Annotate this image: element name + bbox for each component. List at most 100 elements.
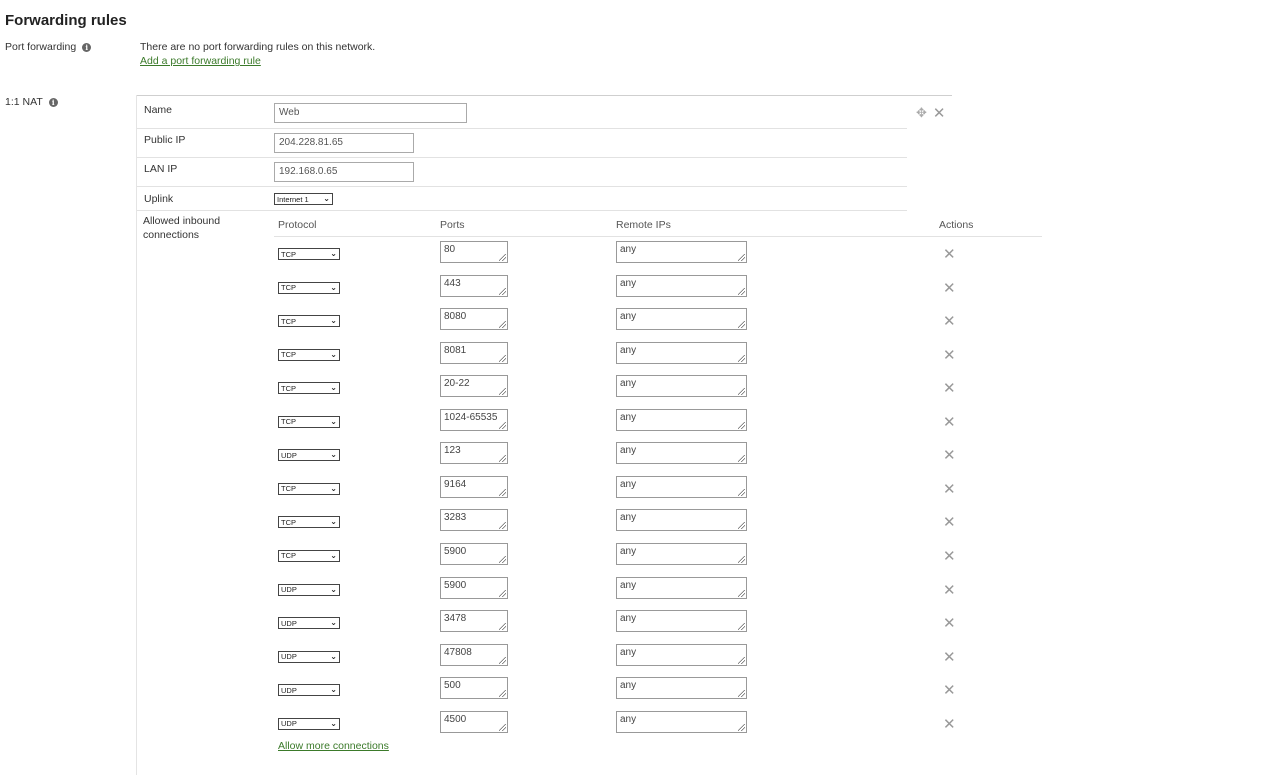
resize-grip-icon[interactable] (738, 589, 745, 597)
protocol-select[interactable]: UDP ⌄ (278, 583, 340, 596)
protocol-select[interactable]: TCP ⌄ (278, 482, 340, 495)
protocol-select[interactable]: TCP ⌄ (278, 248, 340, 260)
close-icon[interactable]: ✕ (943, 681, 956, 699)
close-icon[interactable]: ✕ (943, 379, 956, 397)
info-icon[interactable]: i (48, 97, 58, 107)
resize-grip-icon[interactable] (499, 254, 506, 261)
resize-grip-icon[interactable] (738, 287, 745, 295)
protocol-select[interactable]: UDP ⌄ (278, 449, 340, 462)
resize-grip-icon[interactable] (738, 690, 745, 698)
resize-grip-icon[interactable] (499, 488, 506, 496)
ports-input[interactable]: 80 (440, 241, 508, 263)
resize-grip-icon[interactable] (738, 354, 745, 362)
move-icon[interactable]: ✥ (916, 105, 927, 121)
resize-grip-icon[interactable] (738, 388, 745, 396)
remote-ips-input[interactable]: any (616, 274, 747, 297)
remote-ips-input[interactable]: any (616, 442, 747, 465)
resize-grip-icon[interactable] (738, 321, 745, 329)
uplink-select[interactable]: Internet 1 ⌄ (274, 193, 333, 205)
close-icon[interactable]: ✕ (943, 648, 956, 666)
resize-grip-icon[interactable] (738, 723, 745, 731)
resize-grip-icon[interactable] (499, 690, 506, 698)
protocol-select[interactable]: UDP ⌄ (278, 617, 340, 630)
remote-ips-input[interactable]: any (616, 643, 747, 666)
ports-input[interactable]: 123 (440, 442, 508, 465)
resize-grip-icon[interactable] (499, 589, 506, 597)
protocol-select[interactable]: UDP ⌄ (278, 717, 340, 730)
remote-ips-input[interactable]: any (616, 710, 747, 733)
remote-ips-input[interactable]: any (616, 509, 747, 532)
close-icon[interactable]: ✕ (943, 279, 956, 297)
close-icon[interactable]: ✕ (943, 513, 956, 531)
resize-grip-icon[interactable] (738, 421, 745, 429)
resize-grip-icon[interactable] (738, 522, 745, 530)
resize-grip-icon[interactable] (499, 287, 506, 295)
remote-ips-input[interactable]: any (616, 576, 747, 599)
ports-input[interactable]: 443 (440, 274, 508, 297)
close-icon[interactable]: ✕ (943, 245, 956, 263)
ports-input[interactable]: 500 (440, 677, 508, 700)
remote-ips-input[interactable]: any (616, 542, 747, 565)
protocol-select[interactable]: TCP ⌄ (278, 415, 340, 428)
protocol-select[interactable]: TCP ⌄ (278, 281, 340, 294)
lan-ip-input[interactable]: 192.168.0.65 (274, 162, 414, 182)
add-port-forwarding-rule-link[interactable]: Add a port forwarding rule (140, 55, 261, 67)
info-icon[interactable]: i (82, 42, 92, 52)
resize-grip-icon[interactable] (738, 656, 745, 664)
remote-ips-input[interactable]: any (616, 408, 747, 431)
resize-grip-icon[interactable] (499, 522, 506, 530)
resize-grip-icon[interactable] (738, 488, 745, 496)
protocol-select[interactable]: TCP ⌄ (278, 516, 340, 529)
resize-grip-icon[interactable] (499, 623, 506, 631)
protocol-select[interactable]: TCP ⌄ (278, 382, 340, 395)
resize-grip-icon[interactable] (499, 656, 506, 664)
protocol-select[interactable]: UDP ⌄ (278, 650, 340, 663)
ports-input[interactable]: 20-22 (440, 375, 508, 398)
resize-grip-icon[interactable] (738, 623, 745, 631)
public-ip-input[interactable]: 204.228.81.65 (274, 133, 414, 153)
remote-ips-input[interactable]: any (616, 475, 747, 498)
close-icon[interactable]: ✕ (943, 446, 956, 464)
remote-ips-input[interactable]: any (616, 241, 747, 263)
resize-grip-icon[interactable] (499, 421, 506, 429)
allow-more-connections-link[interactable]: Allow more connections (278, 740, 389, 752)
ports-input[interactable]: 4500 (440, 710, 508, 733)
close-icon[interactable]: ✕ (943, 614, 956, 632)
remote-ips-input[interactable]: any (616, 610, 747, 633)
resize-grip-icon[interactable] (738, 555, 745, 563)
ports-input[interactable]: 5900 (440, 576, 508, 599)
resize-grip-icon[interactable] (499, 388, 506, 396)
ports-input[interactable]: 8081 (440, 341, 508, 364)
close-icon[interactable]: ✕ (943, 715, 956, 733)
resize-grip-icon[interactable] (499, 354, 506, 362)
ports-input[interactable]: 3283 (440, 509, 508, 532)
close-icon[interactable]: ✕ (943, 547, 956, 565)
name-input[interactable]: Web (274, 103, 467, 123)
ports-input[interactable]: 3478 (440, 610, 508, 633)
remote-ips-input[interactable]: any (616, 308, 747, 331)
protocol-select[interactable]: TCP ⌄ (278, 315, 340, 328)
remote-ips-input[interactable]: any (616, 375, 747, 398)
close-icon[interactable]: ✕ (943, 413, 956, 431)
ports-input[interactable]: 9164 (440, 475, 508, 498)
protocol-select[interactable]: TCP ⌄ (278, 549, 340, 562)
protocol-select[interactable]: TCP ⌄ (278, 348, 340, 361)
close-icon[interactable]: ✕ (943, 346, 956, 364)
ports-input[interactable]: 1024-65535 (440, 408, 508, 431)
ports-input[interactable]: 47808 (440, 643, 508, 666)
remote-ips-input[interactable]: any (616, 341, 747, 364)
ports-input[interactable]: 8080 (440, 308, 508, 331)
resize-grip-icon[interactable] (499, 723, 506, 731)
resize-grip-icon[interactable] (499, 555, 506, 563)
resize-grip-icon[interactable] (738, 455, 745, 463)
ports-input[interactable]: 5900 (440, 542, 508, 565)
resize-grip-icon[interactable] (499, 455, 506, 463)
protocol-select[interactable]: UDP ⌄ (278, 684, 340, 697)
close-icon[interactable]: ✕ (943, 581, 956, 599)
resize-grip-icon[interactable] (738, 254, 745, 261)
close-icon[interactable]: ✕ (943, 480, 956, 498)
resize-grip-icon[interactable] (499, 321, 506, 329)
close-icon[interactable]: ✕ (943, 312, 956, 330)
close-icon[interactable]: ✕ (933, 104, 946, 122)
remote-ips-input[interactable]: any (616, 677, 747, 700)
